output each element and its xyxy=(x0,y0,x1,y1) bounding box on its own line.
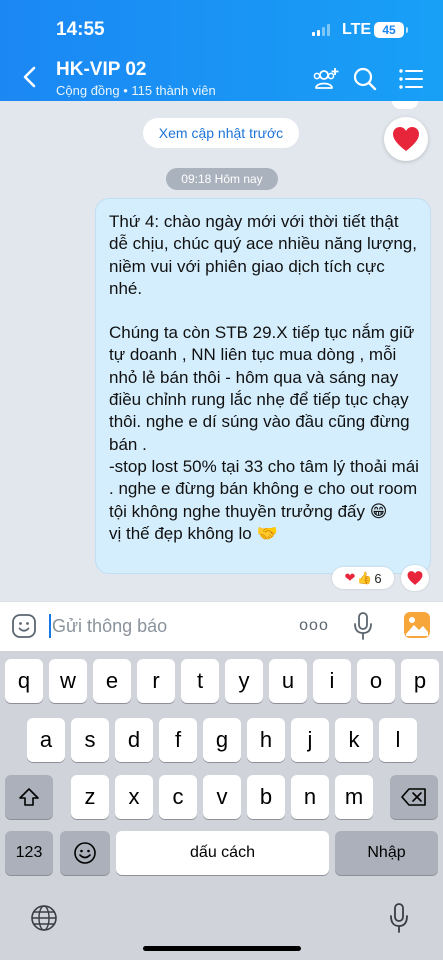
voice-message-button[interactable] xyxy=(351,610,375,642)
more-options-button[interactable]: ooo xyxy=(297,614,331,638)
heart-icon xyxy=(393,127,419,151)
reaction-summary[interactable]: ❤ 👍 6 xyxy=(332,567,394,589)
backspace-icon xyxy=(401,788,426,806)
key-y[interactable]: y xyxy=(225,659,263,703)
key-o[interactable]: o xyxy=(357,659,395,703)
key-k[interactable]: k xyxy=(335,718,373,762)
image-icon xyxy=(404,612,430,638)
emoji-key[interactable] xyxy=(60,831,110,875)
key-j[interactable]: j xyxy=(291,718,329,762)
language-switch-button[interactable] xyxy=(28,902,60,934)
key-e[interactable]: e xyxy=(93,659,131,703)
globe-icon xyxy=(31,905,57,931)
emoji-icon xyxy=(74,842,96,864)
group-title[interactable]: HK-VIP 02 xyxy=(56,59,146,81)
group-subtitle: Cộng đồng • 115 thành viên xyxy=(56,83,216,98)
key-h[interactable]: h xyxy=(247,718,285,762)
microphone-icon xyxy=(390,903,408,933)
key-w[interactable]: w xyxy=(49,659,87,703)
key-m[interactable]: m xyxy=(335,775,373,819)
network-type: LTE xyxy=(342,21,372,38)
image-picker-button[interactable] xyxy=(403,611,431,639)
key-v[interactable]: v xyxy=(203,775,241,819)
text-cursor xyxy=(49,614,51,638)
return-key[interactable]: Nhập xyxy=(335,831,438,875)
chat-header: 14:55 LTE 45 HK-VIP 02 Cộng đồng • 115 t… xyxy=(0,0,443,101)
key-u[interactable]: u xyxy=(269,659,307,703)
time-separator: 09:18 Hôm nay xyxy=(166,168,278,190)
message-input[interactable]: Gửi thông báo xyxy=(52,614,167,638)
signal-icon xyxy=(312,24,330,36)
menu-button[interactable] xyxy=(396,64,426,94)
microphone-icon xyxy=(354,612,372,640)
key-p[interactable]: p xyxy=(401,659,439,703)
message-paragraph: Thứ 4: chào ngày mới với thời tiết thật … xyxy=(109,212,417,298)
key-f[interactable]: f xyxy=(159,718,197,762)
key-c[interactable]: c xyxy=(159,775,197,819)
delete-key[interactable] xyxy=(390,775,438,819)
key-q[interactable]: q xyxy=(5,659,43,703)
message-line: Chúng ta còn STB 29.X tiếp tục nắm giữ xyxy=(109,323,415,343)
back-button[interactable] xyxy=(18,62,44,92)
key-t[interactable]: t xyxy=(181,659,219,703)
dictation-button[interactable] xyxy=(385,900,413,936)
key-d[interactable]: d xyxy=(115,718,153,762)
heart-reaction-button[interactable] xyxy=(384,117,428,161)
key-r[interactable]: r xyxy=(137,659,175,703)
key-b[interactable]: b xyxy=(247,775,285,819)
shift-arrow-icon xyxy=(19,788,39,806)
list-menu-icon xyxy=(399,69,423,89)
battery-icon: 45 xyxy=(374,22,408,38)
home-indicator xyxy=(143,946,301,951)
space-key[interactable]: dấu cách xyxy=(116,831,329,875)
key-s[interactable]: s xyxy=(71,718,109,762)
search-icon xyxy=(353,67,377,91)
thumbs-up-icon: 👍 xyxy=(357,571,373,585)
key-a[interactable]: a xyxy=(27,718,65,762)
key-z[interactable]: z xyxy=(71,775,109,819)
numbers-key[interactable]: 123 xyxy=(5,831,53,875)
chevron-left-icon xyxy=(23,66,36,88)
add-member-button[interactable] xyxy=(311,64,341,94)
group-add-icon xyxy=(313,68,339,89)
smiley-icon xyxy=(12,614,36,638)
key-g[interactable]: g xyxy=(203,718,241,762)
status-time: 14:55 xyxy=(56,19,105,40)
key-x[interactable]: x xyxy=(115,775,153,819)
sticker-button[interactable] xyxy=(11,613,37,639)
react-button[interactable] xyxy=(401,565,429,591)
message-bubble[interactable]: Thứ 4: chào ngày mới với thời tiết thật … xyxy=(95,198,431,574)
reaction-count: 6 xyxy=(374,570,382,586)
heart-reaction-icon: ❤ xyxy=(344,570,356,585)
key-i[interactable]: i xyxy=(313,659,351,703)
previous-reaction-edge xyxy=(392,101,418,109)
key-l[interactable]: l xyxy=(379,718,417,762)
search-button[interactable] xyxy=(350,64,380,94)
heart-icon xyxy=(407,571,423,585)
message-line: tự doanh , NN liên tục mua dòng , mỗi nh… xyxy=(109,345,410,454)
load-previous-button[interactable]: Xem cập nhật trước xyxy=(143,118,299,148)
key-n[interactable]: n xyxy=(291,775,329,819)
message-line: vị thế đẹp không lo 🤝 xyxy=(109,523,278,543)
message-line: -stop lost 50% tại 33 cho tâm lý thoải m… xyxy=(109,456,419,521)
shift-key[interactable] xyxy=(5,775,53,819)
